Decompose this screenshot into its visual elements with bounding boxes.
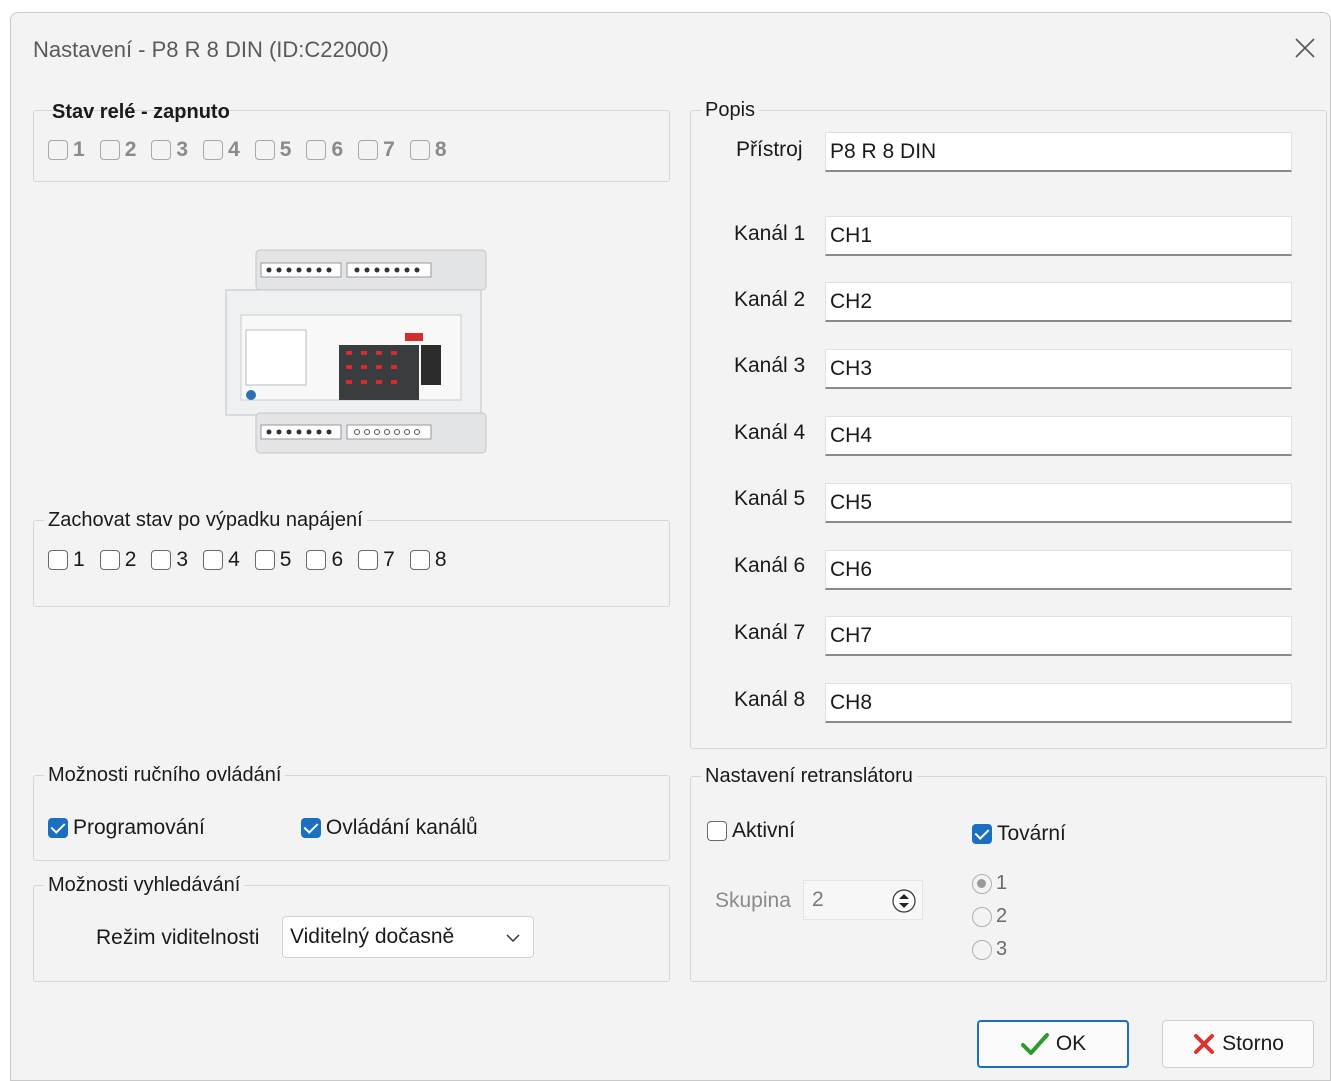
checkbox-icon [151, 140, 172, 160]
device-image [221, 235, 491, 465]
checkbox-icon [151, 550, 172, 570]
retain-checkbox-1[interactable]: 1 [48, 548, 85, 572]
manual-control-title: Možnosti ručního ovládání [44, 763, 286, 787]
checkbox-icon [409, 550, 430, 570]
relay-checkbox-4[interactable]: 4 [203, 138, 240, 162]
radio-selected-icon [972, 873, 992, 894]
checkbox-icon [358, 140, 379, 160]
window-title: Nastavení - P8 R 8 DIN (ID:C22000) [33, 37, 389, 62]
channel-3-label: Kanál 3 [734, 354, 806, 377]
relay-checkbox-2[interactable]: 2 [99, 138, 136, 162]
relay-state-group: Stav relé - zapnuto 1 2 3 4 5 6 7 8 [33, 101, 670, 182]
channel-7-label: Kanál 7 [734, 621, 806, 644]
repeater-active-checkbox[interactable]: Aktivní [707, 819, 795, 843]
relay-checkbox-1[interactable]: 1 [48, 138, 85, 162]
visibility-mode-select[interactable]: Viditelný dočasně [282, 916, 534, 958]
group-spinner[interactable]: 2 [803, 880, 923, 920]
chevron-down-icon [506, 934, 520, 943]
relay-checkbox-3[interactable]: 3 [151, 138, 188, 162]
visibility-mode-label: Režim viditelnosti [96, 926, 260, 949]
checkbox-icon [254, 550, 275, 570]
relay-checkbox-8[interactable]: 8 [409, 138, 447, 162]
channel-7-input[interactable]: CH7 [825, 616, 1292, 656]
ok-button[interactable]: OK [977, 1020, 1129, 1068]
cancel-button[interactable]: Storno [1162, 1020, 1314, 1068]
device-name-label: Přístroj [736, 138, 803, 161]
radio-icon [972, 939, 992, 960]
retain-checkbox-4[interactable]: 4 [203, 548, 240, 572]
programming-checkbox[interactable]: Programování [48, 816, 205, 840]
radio-icon [972, 906, 992, 927]
channel-5-label: Kanál 5 [734, 487, 806, 510]
manual-control-group: Možnosti ručního ovládání Programování O… [33, 763, 670, 861]
retain-state-group: Zachovat stav po výpadku napájení 1 2 3 … [33, 508, 670, 607]
checkbox-checked-icon [300, 818, 321, 838]
device-name-input[interactable]: P8 R 8 DIN [825, 132, 1292, 172]
channel-control-checkbox[interactable]: Ovládání kanálů [300, 816, 478, 840]
relay-checkbox-6[interactable]: 6 [306, 138, 343, 162]
description-title: Popis [701, 98, 760, 122]
description-group: Popis Přístroj P8 R 8 DIN Kanál 1 CH1 Ka… [690, 98, 1327, 749]
retain-checkbox-5[interactable]: 5 [254, 548, 291, 572]
settings-dialog: Nastavení - P8 R 8 DIN (ID:C22000) Stav … [10, 12, 1331, 1081]
checkbox-icon [99, 550, 120, 570]
title-bar: Nastavení - P8 R 8 DIN (ID:C22000) [11, 13, 1330, 83]
checkbox-icon [203, 550, 224, 570]
retain-checkbox-3[interactable]: 3 [151, 548, 188, 572]
channel-5-input[interactable]: CH5 [825, 483, 1292, 523]
checkbox-icon [306, 550, 327, 570]
repeater-factory-checkbox[interactable]: Tovární [972, 822, 1066, 846]
channel-1-label: Kanál 1 [734, 222, 806, 245]
retain-checkbox-2[interactable]: 2 [99, 548, 136, 572]
checkbox-icon [306, 140, 327, 160]
channel-4-input[interactable]: CH4 [825, 416, 1292, 456]
search-options-title: Možnosti vyhledávání [44, 873, 245, 897]
channel-4-label: Kanál 4 [734, 421, 806, 444]
retain-checkbox-7[interactable]: 7 [358, 548, 395, 572]
channel-8-input[interactable]: CH8 [825, 683, 1292, 723]
repeater-settings-title: Nastavení retranslátoru [701, 764, 917, 788]
checkbox-icon [707, 821, 727, 841]
checkbox-icon [99, 140, 120, 160]
repeater-radio-3[interactable]: 3 [972, 938, 1007, 961]
channel-1-input[interactable]: CH1 [825, 216, 1292, 256]
channel-2-label: Kanál 2 [734, 288, 806, 311]
relay-state-title: Stav relé - zapnuto [52, 101, 230, 123]
repeater-settings-group: Nastavení retranslátoru Aktivní Tovární … [690, 764, 1327, 982]
channel-6-label: Kanál 6 [734, 554, 806, 577]
checkbox-icon [358, 550, 379, 570]
spin-arrows-icon[interactable] [892, 889, 916, 913]
repeater-radio-2[interactable]: 2 [972, 905, 1007, 928]
checkbox-icon [48, 550, 68, 570]
checkbox-checked-icon [48, 818, 68, 838]
x-icon [1194, 1034, 1215, 1054]
relay-checkbox-7[interactable]: 7 [358, 138, 395, 162]
repeater-radio-1[interactable]: 1 [972, 872, 1007, 895]
retain-checkbox-6[interactable]: 6 [306, 548, 343, 572]
retain-state-title: Zachovat stav po výpadku napájení [44, 508, 367, 532]
checkbox-icon [48, 140, 68, 160]
checkmark-icon [1020, 1033, 1049, 1055]
close-icon[interactable] [1288, 31, 1322, 65]
channel-6-input[interactable]: CH6 [825, 550, 1292, 590]
retain-checkbox-8[interactable]: 8 [409, 548, 447, 572]
channel-3-input[interactable]: CH3 [825, 349, 1292, 389]
checkbox-icon [409, 140, 430, 160]
checkbox-icon [254, 140, 275, 160]
checkbox-icon [203, 140, 224, 160]
group-label: Skupina [715, 889, 791, 912]
relay-checkbox-5[interactable]: 5 [254, 138, 291, 162]
channel-2-input[interactable]: CH2 [825, 282, 1292, 322]
checkbox-checked-icon [972, 824, 992, 844]
channel-8-label: Kanál 8 [734, 688, 806, 711]
search-options-group: Možnosti vyhledávání Režim viditelnosti … [33, 873, 670, 982]
